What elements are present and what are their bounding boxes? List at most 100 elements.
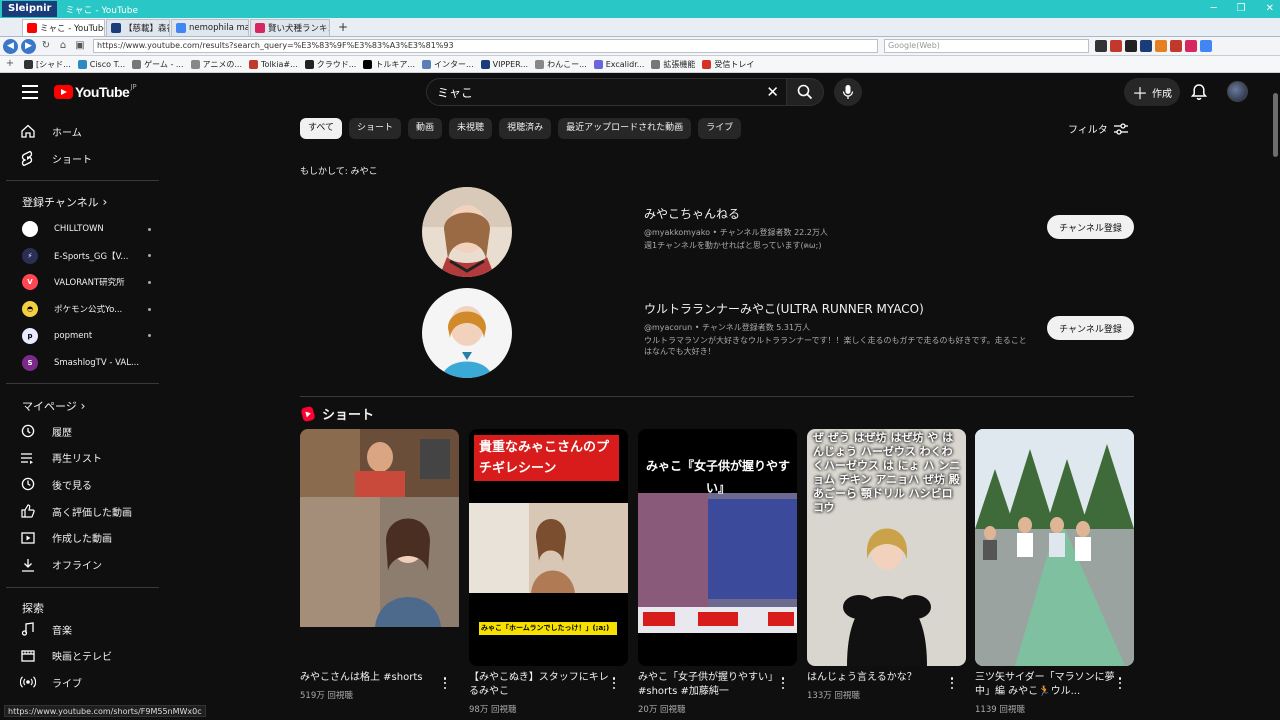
short-thumbnail[interactable]: [975, 429, 1134, 666]
more-options-icon[interactable]: [1118, 677, 1122, 689]
bookmark-item[interactable]: ゲーム - ...: [132, 59, 184, 70]
web-search-input[interactable]: Google(Web): [884, 39, 1089, 53]
channel-result[interactable]: ウルトラランナーみやこ(ULTRA RUNNER MYACO) @myacoru…: [300, 288, 1134, 380]
toolbar-icon[interactable]: [1200, 40, 1212, 52]
sidebar-item[interactable]: 再生リスト: [20, 450, 102, 466]
new-tab-button[interactable]: +: [338, 19, 348, 36]
toolbar-icon[interactable]: [1110, 40, 1122, 52]
channel-avatar[interactable]: [422, 187, 512, 277]
sidebar-item[interactable]: ライブ: [20, 674, 82, 690]
short-thumbnail[interactable]: [300, 429, 459, 666]
subscription-channel[interactable]: S SmashlogTV - VAL...: [22, 354, 142, 371]
voice-search-button[interactable]: [834, 78, 862, 106]
subscribe-button[interactable]: チャンネル登録: [1047, 215, 1134, 239]
channel-name[interactable]: みやこちゃんねる: [644, 205, 740, 222]
sidebar-item[interactable]: オフライン: [20, 557, 102, 573]
toolbar-icon[interactable]: [1125, 40, 1137, 52]
menu-icon[interactable]: [22, 85, 38, 99]
short-title[interactable]: はんじょう言えるかな？: [807, 671, 947, 685]
filter-chip[interactable]: 未視聴: [449, 118, 493, 139]
sidebar-item[interactable]: 後で見る: [20, 476, 92, 492]
filter-chip[interactable]: 視聴済み: [499, 118, 552, 139]
short-title[interactable]: 三ツ矢サイダー「マラソンに夢中」編 みやこ🏃ウル...: [975, 671, 1115, 699]
bookmark-item[interactable]: インター...: [422, 59, 474, 70]
subscription-channel[interactable]: ◓ ポケモン公式Yo...: [22, 301, 151, 318]
toolbar-icon[interactable]: [1185, 40, 1197, 52]
short-thumbnail[interactable]: 貴重なみゃこさんのプチギレシーン みゃこ「ホームランでしたっけ！」(;a;): [469, 429, 628, 666]
subscription-channel[interactable]: p popment: [22, 327, 151, 344]
search-button[interactable]: [786, 78, 824, 106]
subscription-channel[interactable]: V VALORANT研究所: [22, 274, 151, 291]
browser-tab[interactable]: ミャこ - YouTube: [22, 19, 105, 36]
bookmark-item[interactable]: [シャド...: [24, 59, 71, 70]
filter-chip[interactable]: ショート: [349, 118, 402, 139]
notifications-bell-icon[interactable]: [1190, 83, 1208, 101]
bookmark-item[interactable]: アニメの...: [190, 59, 242, 70]
search-box[interactable]: ミャこ ✕: [426, 78, 788, 106]
bookmark-item[interactable]: トルキア...: [363, 59, 415, 70]
short-title[interactable]: 【みやこぬき】スタッフにキレるみやこ: [469, 671, 609, 699]
home-nav-icon[interactable]: ⌂: [56, 39, 70, 53]
forward-button[interactable]: ▶: [21, 38, 36, 54]
close-window-button[interactable]: ✕: [1266, 0, 1274, 18]
browser-tab[interactable]: 賢い犬種ランキン...: [250, 19, 330, 36]
sidebar-item[interactable]: 作成した動画: [20, 530, 112, 546]
filter-chip[interactable]: 動画: [408, 118, 443, 139]
toolbar-icon[interactable]: [1095, 40, 1107, 52]
bookmark-item[interactable]: わんこー...: [535, 59, 587, 70]
more-options-icon[interactable]: [950, 677, 954, 689]
short-thumbnail[interactable]: ぜ ぜう はぜ坊 はぜ坊 や はんじょう ハーゼウス わくわくハーゼウス は に…: [807, 429, 966, 666]
subscription-channel[interactable]: CHILLTOWN: [22, 221, 151, 237]
add-bookmark-icon[interactable]: +: [3, 57, 17, 71]
sidebar-section-title[interactable]: マイページ ›: [22, 398, 85, 414]
bookmark-item[interactable]: Tolkia#...: [248, 59, 298, 69]
clear-search-icon[interactable]: ✕: [766, 83, 779, 101]
sidebar-item[interactable]: 映画とテレビ: [20, 648, 112, 664]
channel-avatar[interactable]: [422, 288, 512, 378]
bookmark-item[interactable]: 拡張機能: [651, 59, 695, 70]
search-input[interactable]: ミャこ: [437, 84, 766, 101]
maximize-button[interactable]: ❐: [1237, 0, 1246, 18]
bookmark-item[interactable]: VIPPER...: [480, 59, 528, 69]
sidebar-item[interactable]: 高く評価した動画: [20, 503, 132, 519]
reload-icon[interactable]: ↻: [39, 39, 53, 53]
bookmark-item[interactable]: Excalidr...: [593, 59, 644, 69]
url-input[interactable]: https://www.youtube.com/results?search_q…: [93, 39, 878, 53]
create-button[interactable]: ＋ 作成: [1124, 78, 1180, 106]
filter-chip[interactable]: ライブ: [698, 118, 742, 139]
sidebar-item[interactable]: ホーム: [20, 123, 82, 139]
subscribe-button[interactable]: チャンネル登録: [1047, 316, 1134, 340]
short-thumbnail[interactable]: みゃこ『女子供が握りやすい』: [638, 429, 797, 666]
more-options-icon[interactable]: [781, 677, 785, 689]
filter-button[interactable]: フィルタ: [1068, 121, 1128, 136]
account-avatar[interactable]: [1227, 81, 1248, 102]
browser-tab[interactable]: 【慈載】森香澄 ...: [106, 19, 170, 36]
bookmark-icon[interactable]: ▣: [73, 39, 87, 53]
scrollbar-thumb[interactable]: [1273, 93, 1278, 157]
bookmark-item[interactable]: Cisco T...: [77, 59, 125, 69]
short-title[interactable]: みやこ「女子供が握りやすい」#shorts #加藤純一: [638, 671, 778, 699]
sidebar-item[interactable]: ショート: [20, 150, 92, 166]
sidebar-item[interactable]: 音楽: [20, 621, 72, 637]
filter-chip[interactable]: 最近アップロードされた動画: [558, 118, 692, 139]
subscription-channel[interactable]: ⚡ E-Sports_GG【V...: [22, 247, 151, 264]
toolbar-icon[interactable]: [1140, 40, 1152, 52]
toolbar-icon[interactable]: [1170, 40, 1182, 52]
toolbar-icon[interactable]: [1155, 40, 1167, 52]
did-you-mean[interactable]: もしかして: みやこ: [300, 164, 378, 177]
channel-name[interactable]: ウルトラランナーみやこ(ULTRA RUNNER MYACO): [644, 300, 924, 317]
channel-result[interactable]: みやこちゃんねる @myakkomyako • チャンネル登録者数 22.2万人…: [300, 187, 1134, 279]
bookmark-item[interactable]: 受信トレイ: [702, 59, 754, 70]
sidebar-item[interactable]: 履歴: [20, 423, 72, 439]
more-options-icon[interactable]: [612, 677, 616, 689]
more-options-icon[interactable]: [443, 677, 447, 689]
filter-chip[interactable]: すべて: [300, 118, 343, 139]
browser-tab[interactable]: nemophila may...: [171, 19, 249, 36]
youtube-logo[interactable]: YouTube JP: [54, 83, 137, 100]
bookmark-item[interactable]: クラウド...: [304, 59, 356, 70]
scrollbar[interactable]: [1271, 73, 1280, 720]
minimize-button[interactable]: ─: [1211, 0, 1217, 18]
short-title[interactable]: みやこさんは格上 #shorts: [300, 671, 440, 685]
back-button[interactable]: ◀: [3, 38, 18, 54]
sidebar-section-title[interactable]: 登録チャンネル ›: [22, 194, 107, 210]
